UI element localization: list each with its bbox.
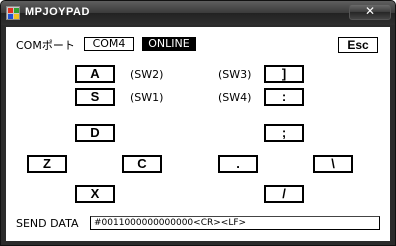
esc-button[interactable]: Esc bbox=[338, 37, 378, 53]
connection-status: ONLINE bbox=[142, 37, 196, 51]
send-data-field[interactable]: #0011000000000000<CR><LF> bbox=[90, 216, 380, 230]
key-d-button[interactable]: D bbox=[75, 124, 115, 142]
sw2-label: (SW2) bbox=[130, 68, 164, 81]
key-period-button[interactable]: . bbox=[218, 155, 258, 173]
sw1-label: (SW1) bbox=[130, 91, 164, 104]
key-s-button[interactable]: S bbox=[75, 88, 115, 106]
com-port-field[interactable]: COM4 bbox=[84, 37, 134, 51]
send-data-label: SEND DATA bbox=[16, 217, 79, 230]
key-slash-button[interactable]: / bbox=[264, 185, 304, 203]
key-c-button[interactable]: C bbox=[122, 155, 162, 173]
com-port-label: COMポート bbox=[16, 39, 75, 52]
close-icon: ✕ bbox=[364, 4, 376, 18]
client-area: COMポート COM4 ONLINE Esc A (SW2) (SW3) ] S… bbox=[6, 27, 390, 241]
window-title: MPJOYPAD bbox=[25, 6, 90, 18]
key-backslash-button[interactable]: \ bbox=[313, 155, 353, 173]
key-bracket-button[interactable]: ] bbox=[264, 65, 304, 83]
sw4-label: (SW4) bbox=[218, 91, 252, 104]
key-z-button[interactable]: Z bbox=[27, 155, 67, 173]
key-colon-button[interactable]: : bbox=[264, 88, 304, 106]
key-x-button[interactable]: X bbox=[75, 185, 115, 203]
sw3-label: (SW3) bbox=[218, 68, 252, 81]
title-bar[interactable]: MPJOYPAD ✕ bbox=[1, 1, 395, 25]
close-button[interactable]: ✕ bbox=[349, 4, 391, 20]
key-a-button[interactable]: A bbox=[75, 65, 115, 83]
app-icon bbox=[6, 6, 20, 20]
app-window: MPJOYPAD ✕ COMポート COM4 ONLINE Esc A (SW2… bbox=[0, 0, 396, 246]
key-semicolon-button[interactable]: ; bbox=[264, 124, 304, 142]
